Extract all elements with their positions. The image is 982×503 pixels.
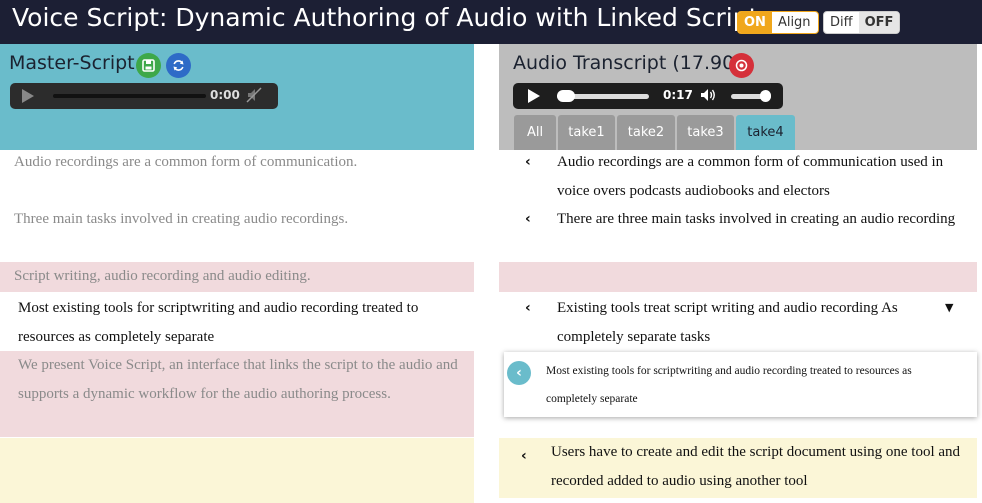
chevron-down-icon[interactable]: ▼ [945,294,953,323]
transcript-line-3[interactable]: ‹ Existing tools treat script writing an… [499,294,977,350]
align-state: ON [738,12,772,33]
chevron-left-icon[interactable]: ‹ [525,148,531,177]
play-icon[interactable] [528,89,540,103]
chevron-left-icon[interactable]: ‹ [507,361,531,385]
diff-state: OFF [858,12,899,33]
alternate-take-text: Most existing tools for scriptwriting an… [546,365,912,405]
master-line-5[interactable]: We present Voice Script, an interface th… [0,351,474,437]
tab-take1[interactable]: take1 [558,115,615,150]
transcript-line-text: There are three main tasks involved in c… [557,211,956,227]
master-time: 0:00 [210,88,240,102]
volume-icon[interactable] [699,86,719,108]
diff-toggle[interactable]: Diff OFF [823,11,900,34]
master-line-text: Three main tasks involved in creating au… [14,211,349,227]
transcript-line-text: Audio recordings are a common form of co… [557,154,944,199]
chevron-left-icon[interactable]: ‹ [525,205,531,234]
tab-take3[interactable]: take3 [677,115,734,150]
refresh-button[interactable] [166,53,191,78]
tab-all[interactable]: All [514,115,556,150]
master-line-1[interactable]: Audio recordings are a common form of co… [0,148,474,204]
transcript-line-4[interactable]: ‹ Users have to create and edit the scri… [499,438,977,498]
alternate-take-card[interactable]: ‹ Most existing tools for scriptwriting … [504,352,977,417]
diff-label: Diff [830,15,853,30]
refresh-icon [173,60,184,71]
master-line-4[interactable]: Most existing tools for scriptwriting an… [0,294,474,350]
app-title: Voice Script: Dynamic Authoring of Audio… [12,3,772,32]
master-seek-bar[interactable] [53,94,206,98]
master-line-text: Audio recordings are a common form of co… [14,154,358,170]
align-toggle[interactable]: ON Align [737,11,819,34]
record-button[interactable] [729,53,754,78]
tab-take2[interactable]: take2 [617,115,675,150]
master-line-text: Script writing, audio recording and audi… [14,268,311,284]
mute-icon[interactable] [246,86,262,108]
master-script-title: Master-Script [9,52,135,74]
play-icon[interactable] [22,89,34,103]
transcript-line-1[interactable]: ‹ Audio recordings are a common form of … [499,148,977,204]
master-line-2[interactable]: Three main tasks involved in creating au… [0,205,474,261]
master-line-empty [0,438,474,503]
master-line-3[interactable]: Script writing, audio recording and audi… [0,262,474,292]
transcript-line-text: Users have to create and edit the script… [551,444,961,489]
audio-title-label: Audio Transcript [513,52,667,74]
save-button[interactable] [136,53,161,78]
tab-take4[interactable]: take4 [736,115,795,150]
audio-transcript-title: Audio Transcript (17.90s) [513,52,751,74]
audio-time: 0:17 [663,88,693,102]
audio-player: 0:17 [513,83,783,109]
transcript-line-text: Existing tools treat script writing and … [557,300,898,345]
audio-seek-knob[interactable] [557,90,575,102]
align-label: Align [777,15,811,30]
record-icon [735,59,748,72]
save-icon [142,59,155,72]
chevron-left-icon[interactable]: ‹ [521,442,527,471]
volume-knob[interactable] [760,90,771,102]
chevron-left-icon[interactable]: ‹ [525,294,531,323]
master-audio-player: 0:00 [10,83,278,109]
transcript-line-empty [499,262,977,292]
master-line-text: Most existing tools for scriptwriting an… [18,300,419,345]
transcript-line-2[interactable]: ‹ There are three main tasks involved in… [499,205,977,261]
master-line-text: We present Voice Script, an interface th… [18,357,458,402]
